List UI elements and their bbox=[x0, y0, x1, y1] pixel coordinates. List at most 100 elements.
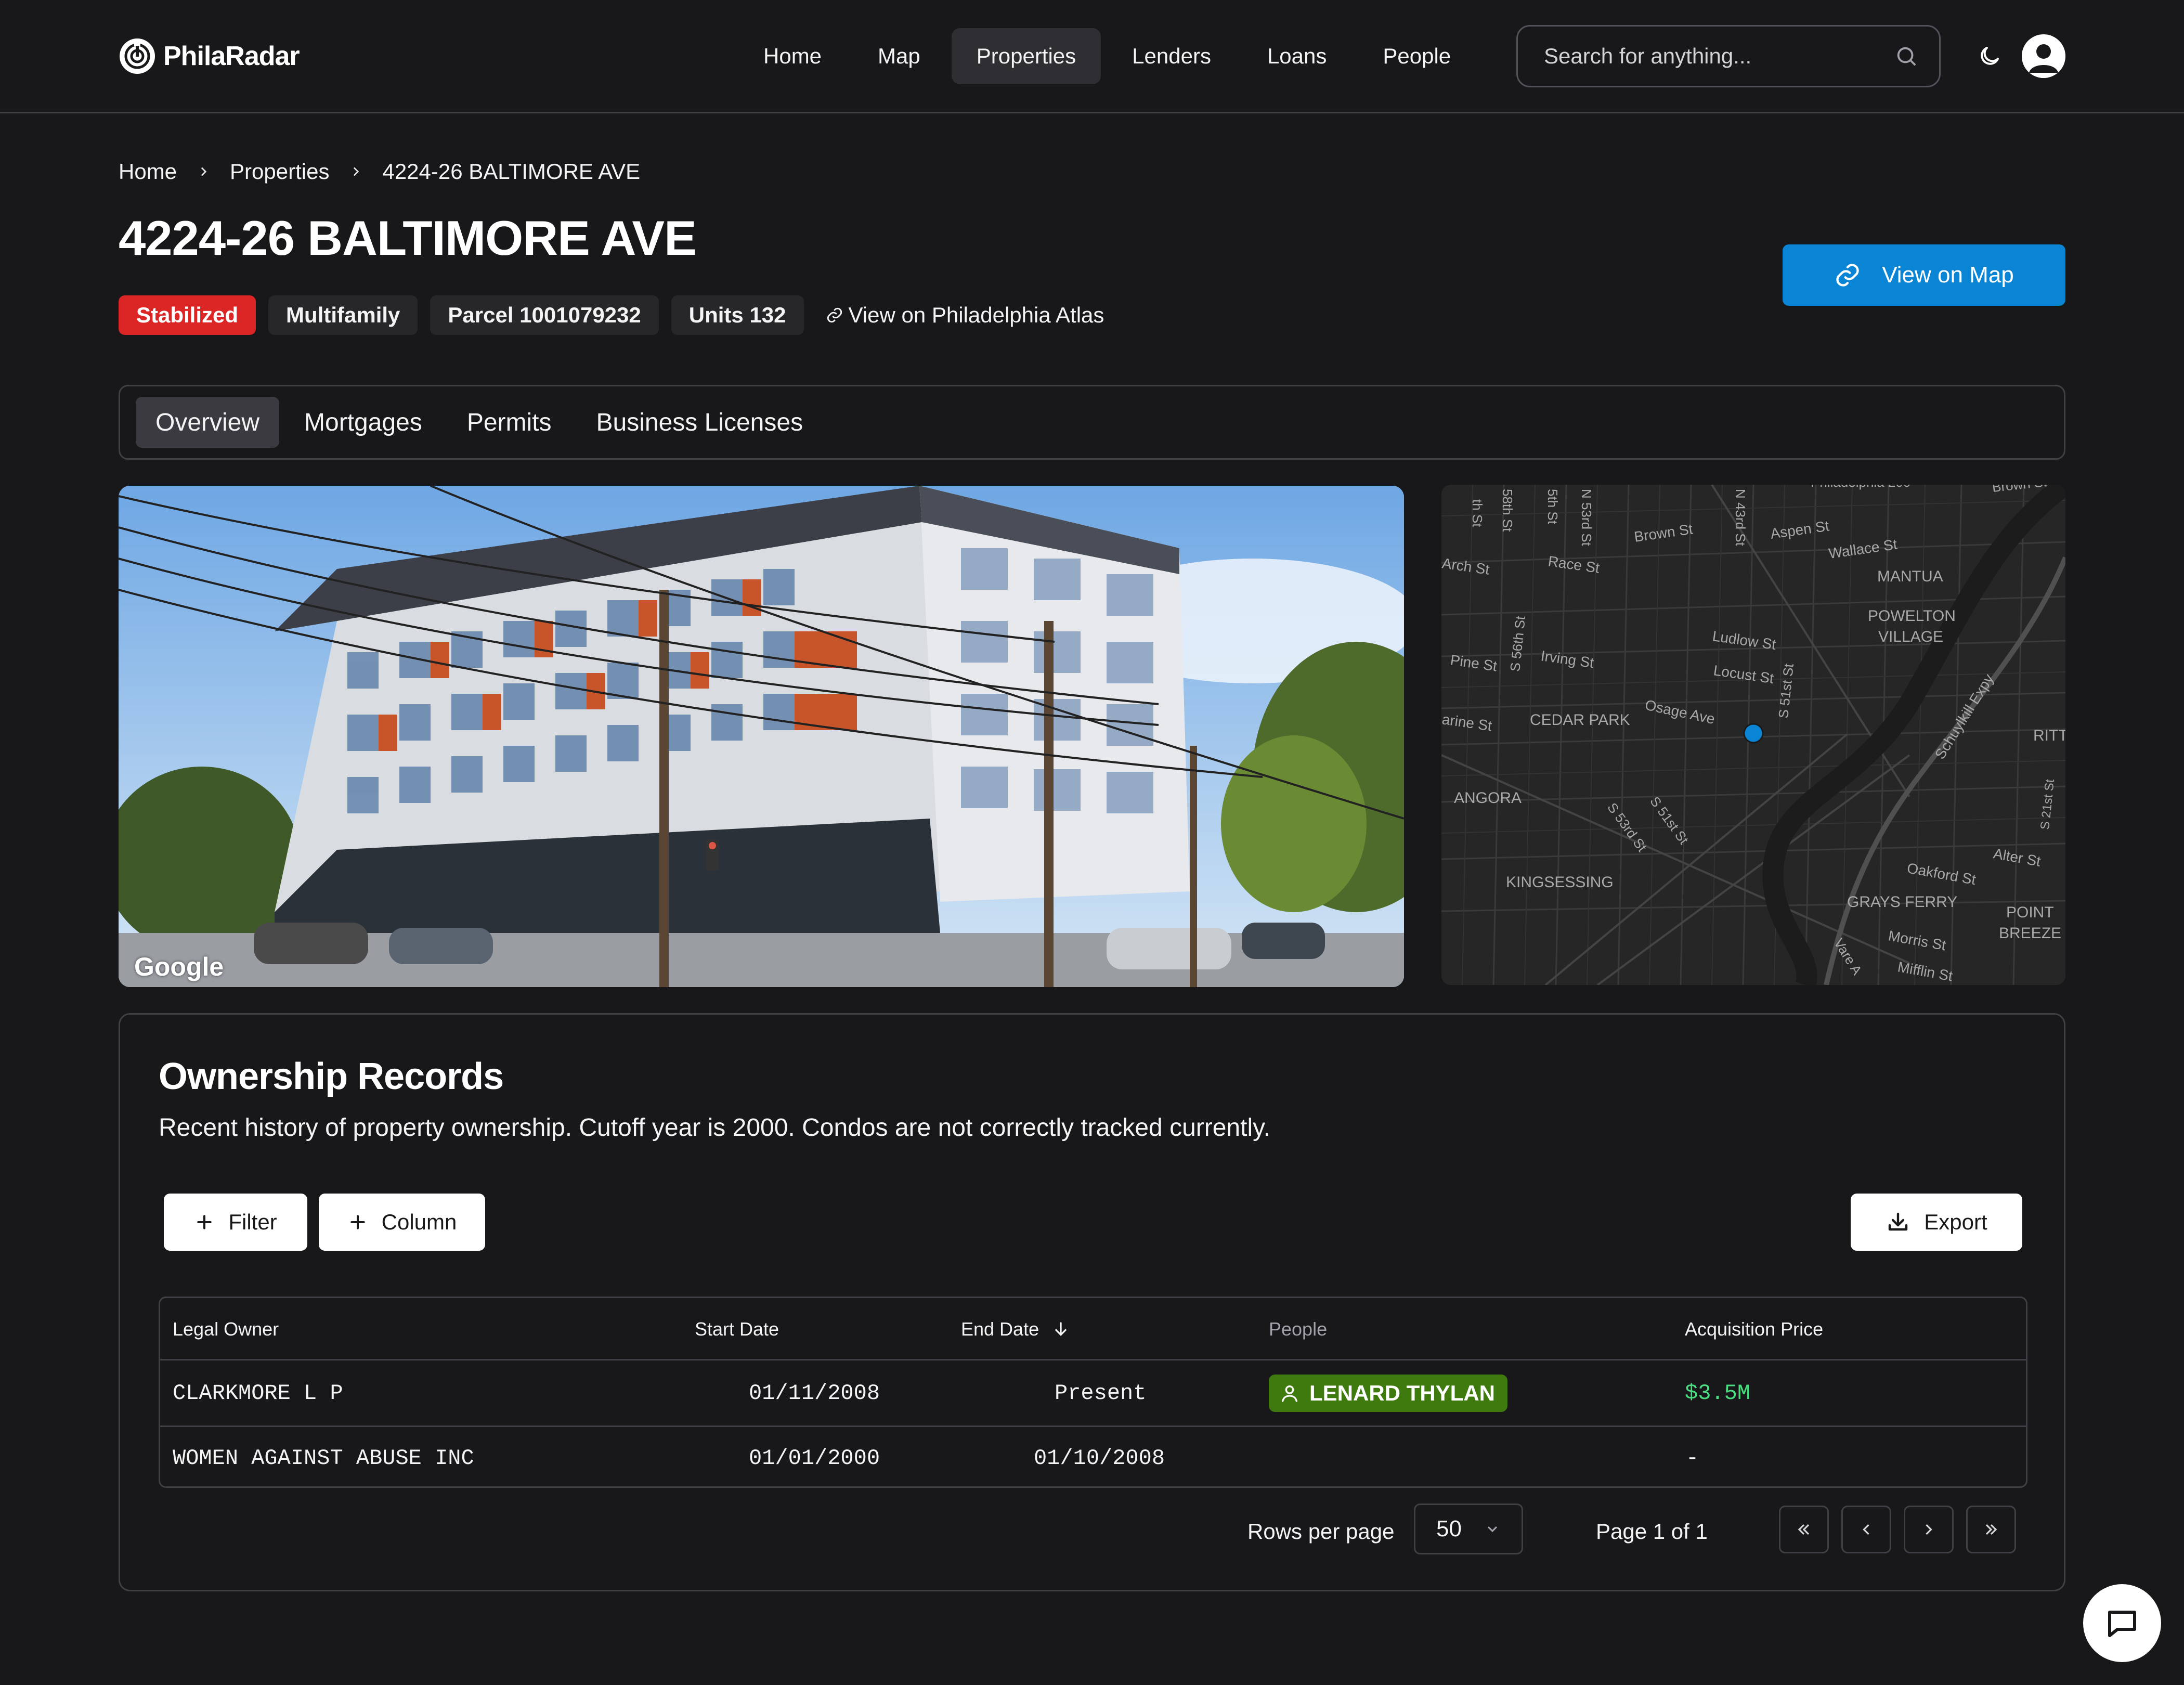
map-label: Philadelphia 200 bbox=[1811, 485, 1910, 490]
filter-label: Filter bbox=[228, 1210, 277, 1234]
user-avatar-icon bbox=[2022, 34, 2065, 78]
map-canvas: th St 58th St 5th St N 53rd St Brown St … bbox=[1441, 485, 2065, 985]
user-avatar[interactable] bbox=[2022, 34, 2065, 78]
map-label: POINT bbox=[2006, 904, 2054, 921]
chevron-right-icon bbox=[201, 167, 207, 176]
legal-owner-cell: WOMEN AGAINST ABUSE INC bbox=[173, 1446, 474, 1471]
breadcrumb-home[interactable]: Home bbox=[119, 159, 177, 184]
property-location-marker[interactable] bbox=[1743, 723, 1764, 744]
link-icon bbox=[827, 307, 842, 323]
ownership-subtitle: Recent history of property ownership. Cu… bbox=[159, 1114, 1270, 1142]
column-header-end-date[interactable]: End Date bbox=[961, 1298, 1070, 1360]
units-badge: Units 132 bbox=[671, 295, 804, 335]
map-label: 58th St bbox=[1500, 489, 1515, 532]
property-location-map[interactable]: th St 58th St 5th St N 53rd St Brown St … bbox=[1441, 485, 2065, 985]
main-nav: Home Map Properties Lenders Loans People bbox=[738, 28, 1476, 84]
philadelphia-atlas-link[interactable]: View on Philadelphia Atlas bbox=[826, 303, 1104, 328]
app-logo[interactable]: PhilaRadar bbox=[119, 37, 300, 75]
rows-per-page-select[interactable]: 50 bbox=[1414, 1503, 1523, 1554]
nav-loans[interactable]: Loans bbox=[1242, 28, 1351, 84]
people-cell: LENARD THYLAN bbox=[1269, 1360, 1507, 1425]
end-date-cell: 01/10/2008 bbox=[1034, 1446, 1165, 1471]
chevron-left-icon bbox=[1863, 1524, 1869, 1535]
column-header-legal-owner[interactable]: Legal Owner bbox=[173, 1298, 279, 1360]
map-label: MANTUA bbox=[1877, 568, 1943, 585]
column-header-people: People bbox=[1269, 1318, 1328, 1340]
atlas-link-label: View on Philadelphia Atlas bbox=[848, 303, 1104, 327]
map-label: N 43rd St bbox=[1733, 489, 1748, 547]
chevron-right-icon bbox=[354, 167, 359, 176]
ownership-table: Legal Owner Start Date End Date People A… bbox=[159, 1297, 2027, 1488]
ownership-title: Ownership Records bbox=[159, 1056, 504, 1097]
last-page-button[interactable] bbox=[1966, 1506, 2016, 1553]
add-filter-button[interactable]: Filter bbox=[164, 1194, 307, 1251]
chevron-down-icon bbox=[1487, 1526, 1498, 1533]
chevrons-right-icon bbox=[1985, 1524, 1997, 1535]
tab-business-licenses[interactable]: Business Licenses bbox=[577, 397, 823, 448]
map-label: POWELTON bbox=[1868, 607, 1956, 625]
map-label: BREEZE bbox=[1999, 925, 2061, 942]
search-icon[interactable] bbox=[1894, 44, 1918, 68]
chevron-right-icon bbox=[1926, 1524, 1932, 1535]
rows-per-page-label: Rows per page bbox=[1247, 1519, 1395, 1544]
download-icon bbox=[1889, 1212, 1908, 1231]
map-label: GRAYS FERRY bbox=[1847, 893, 1957, 911]
theme-toggle-button[interactable] bbox=[1971, 37, 2008, 75]
property-type-badge: Multifamily bbox=[268, 295, 418, 335]
property-badges: Stabilized Multifamily Parcel 1001079232… bbox=[119, 295, 1104, 335]
end-date-cell: Present bbox=[1055, 1380, 1147, 1406]
map-label: ANGORA bbox=[1454, 789, 1522, 807]
plus-icon bbox=[350, 1215, 365, 1229]
map-label: 5th St bbox=[1545, 489, 1561, 525]
nav-lenders[interactable]: Lenders bbox=[1107, 28, 1236, 84]
street-view-illustration bbox=[119, 486, 1404, 987]
app-name: PhilaRadar bbox=[163, 41, 300, 71]
status-badge: Stabilized bbox=[119, 295, 256, 335]
export-label: Export bbox=[1924, 1210, 1987, 1234]
page-title: 4224-26 BALTIMORE AVE bbox=[119, 211, 697, 265]
start-date-cell: 01/01/2000 bbox=[749, 1446, 880, 1471]
breadcrumb-current: 4224-26 BALTIMORE AVE bbox=[382, 159, 641, 184]
nav-people[interactable]: People bbox=[1358, 28, 1476, 84]
moon-icon bbox=[1981, 47, 1999, 65]
end-date-label: End Date bbox=[961, 1318, 1039, 1340]
acquisition-price-cell: - bbox=[1686, 1446, 1699, 1471]
plus-icon bbox=[197, 1215, 212, 1229]
link-icon bbox=[1836, 264, 1859, 287]
add-column-button[interactable]: Column bbox=[319, 1194, 485, 1251]
table-header: Legal Owner Start Date End Date People A… bbox=[160, 1298, 2026, 1360]
table-row[interactable]: CLARKMORE L P 01/11/2008 Present LENARD … bbox=[160, 1360, 2026, 1427]
column-header-start-date[interactable]: Start Date bbox=[695, 1298, 779, 1360]
street-view-image[interactable]: Google bbox=[119, 486, 1404, 987]
global-search[interactable] bbox=[1516, 25, 1941, 87]
parcel-badge: Parcel 1001079232 bbox=[430, 295, 659, 335]
tab-permits[interactable]: Permits bbox=[447, 397, 571, 448]
chat-button[interactable] bbox=[2083, 1584, 2161, 1662]
rows-per-page-value: 50 bbox=[1436, 1516, 1462, 1541]
person-badge[interactable]: LENARD THYLAN bbox=[1269, 1374, 1507, 1412]
map-label: VILLAGE bbox=[1878, 628, 1943, 645]
tab-mortgages[interactable]: Mortgages bbox=[284, 397, 442, 448]
export-button[interactable]: Export bbox=[1851, 1194, 2022, 1251]
view-on-map-button[interactable]: View on Map bbox=[1783, 244, 2065, 306]
search-input[interactable] bbox=[1544, 44, 1877, 69]
nav-home[interactable]: Home bbox=[738, 28, 847, 84]
nav-map[interactable]: Map bbox=[853, 28, 945, 84]
first-page-button[interactable] bbox=[1779, 1506, 1829, 1553]
nav-properties[interactable]: Properties bbox=[951, 28, 1101, 84]
chevrons-left-icon bbox=[1798, 1524, 1810, 1535]
table-row[interactable]: WOMEN AGAINST ABUSE INC 01/01/2000 01/10… bbox=[160, 1429, 2026, 1486]
start-date-cell: 01/11/2008 bbox=[749, 1380, 880, 1406]
person-name: LENARD THYLAN bbox=[1309, 1380, 1495, 1405]
breadcrumb-properties[interactable]: Properties bbox=[230, 159, 329, 184]
column-label: Column bbox=[381, 1210, 457, 1234]
chat-icon bbox=[2108, 1611, 2136, 1637]
breadcrumb: Home Properties 4224-26 BALTIMORE AVE bbox=[119, 159, 640, 184]
next-page-button[interactable] bbox=[1904, 1506, 1954, 1553]
map-label: CEDAR PARK bbox=[1530, 711, 1630, 729]
previous-page-button[interactable] bbox=[1841, 1506, 1891, 1553]
column-header-acquisition-price[interactable]: Acquisition Price bbox=[1685, 1298, 1823, 1360]
tab-overview[interactable]: Overview bbox=[136, 397, 280, 448]
arrow-down-icon bbox=[1055, 1322, 1067, 1336]
top-navigation-bar: PhilaRadar Home Map Properties Lenders L… bbox=[0, 0, 2184, 113]
